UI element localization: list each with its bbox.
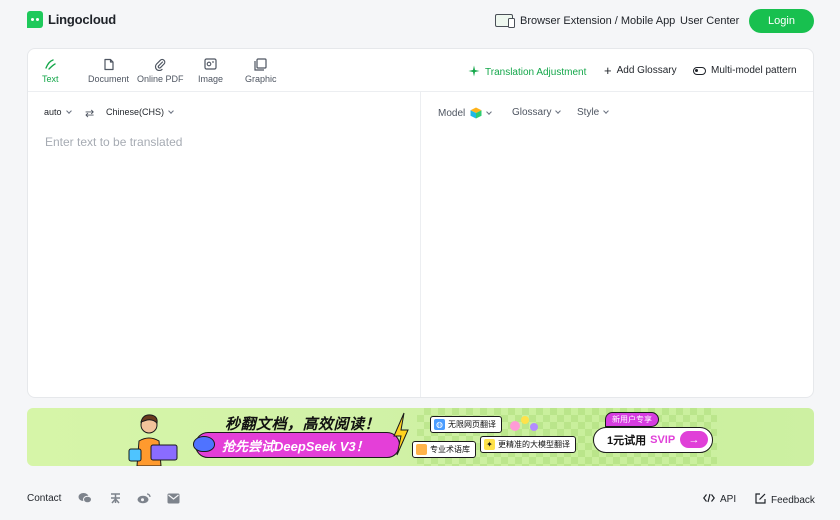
api-label: API	[720, 494, 737, 505]
multi-model-toggle[interactable]: Multi-model pattern	[693, 65, 797, 76]
bubbles-icon	[510, 416, 538, 431]
feedback-link[interactable]: Feedback	[755, 493, 815, 507]
edit-icon	[755, 493, 766, 507]
feature-chip-web-label: 无限网页翻译	[448, 420, 496, 429]
glossary-select[interactable]: Glossary	[512, 107, 562, 118]
svip-label: SVIP	[650, 434, 676, 446]
translation-adjustment-button[interactable]: Translation Adjustment	[468, 65, 586, 80]
swap-languages-button[interactable]: ⇄	[85, 107, 94, 120]
tab-document-label: Document	[88, 74, 130, 84]
banner-headline: 秒翻文档，高效阅读！	[225, 416, 381, 433]
add-glossary-label: Add Glossary	[616, 65, 677, 76]
source-language-value: auto	[44, 107, 62, 117]
feature-chip-llm-label: 更精准的大模型翻译	[498, 440, 570, 449]
page-footer: Contact API Feedback	[0, 484, 840, 514]
devices-icon	[495, 14, 515, 28]
deepseek-pill-text: 抢先尝试DeepSeek V3！	[222, 438, 369, 454]
document-icon	[102, 57, 115, 71]
translation-adjustment-label: Translation Adjustment	[485, 67, 587, 78]
feature-chip-llm: ✦ 更精准的大模型翻译	[480, 436, 576, 453]
weibo-icon[interactable]	[137, 491, 151, 505]
plus-icon: +	[604, 62, 612, 78]
wechat-icon[interactable]	[78, 491, 92, 505]
code-icon	[703, 493, 715, 506]
login-button[interactable]: Login	[749, 9, 814, 33]
tab-text[interactable]: Text	[42, 57, 59, 84]
feedback-label: Feedback	[771, 494, 815, 506]
tab-document[interactable]: Document	[88, 57, 129, 84]
promo-banner[interactable]: 秒翻文档，高效阅读！ 抢先尝试DeepSeek V3！ ◍ 无限网页翻译 专业术…	[27, 408, 814, 466]
chevron-down-icon	[555, 108, 562, 114]
style-label: Style	[577, 107, 600, 118]
source-language-select[interactable]: auto	[44, 107, 72, 117]
model-label: Model	[438, 107, 466, 119]
feature-chip-terms-label: 专业术语库	[430, 445, 470, 454]
logo-text: Lingocloud	[48, 12, 117, 27]
chevron-down-icon	[168, 107, 174, 114]
whale-icon	[193, 436, 215, 452]
model-cube-icon	[470, 107, 482, 119]
user-center-link[interactable]: User Center	[680, 15, 739, 27]
zhihu-icon[interactable]	[108, 491, 122, 505]
arrow-right-icon: →	[680, 431, 708, 448]
chevron-down-icon	[486, 108, 493, 115]
browser-extension-label: Browser Extension / Mobile App	[520, 14, 676, 27]
mode-toolbar: Text Document Online PDF Image Graphic T…	[28, 49, 813, 92]
chevron-down-icon	[603, 108, 610, 114]
tab-online-pdf-label: Online PDF	[137, 74, 184, 84]
translation-panel: Text Document Online PDF Image Graphic T…	[27, 48, 814, 398]
lightning-icon	[393, 412, 409, 456]
api-link[interactable]: API	[703, 493, 736, 506]
graphic-icon	[254, 57, 267, 71]
logo[interactable]: Lingocloud	[27, 11, 116, 28]
source-text-input[interactable]	[45, 135, 405, 385]
new-user-tag: 新用户专享	[605, 412, 659, 427]
tab-image-label: Image	[198, 74, 224, 84]
deepseek-pill: 抢先尝试DeepSeek V3！	[195, 432, 400, 458]
tab-image[interactable]: Image	[198, 57, 223, 84]
image-icon	[204, 57, 217, 71]
model-select[interactable]: Model	[438, 107, 493, 119]
feature-chip-terms: 专业术语库	[412, 441, 476, 458]
add-glossary-button[interactable]: + Add Glossary	[604, 62, 677, 78]
tab-online-pdf[interactable]: Online PDF	[137, 57, 184, 84]
tab-graphic-label: Graphic	[245, 74, 277, 84]
target-language-select[interactable]: Chinese(CHS)	[106, 107, 174, 117]
pen-icon	[44, 57, 57, 71]
book-icon	[416, 444, 427, 455]
contact-label: Contact	[27, 493, 62, 504]
top-header: Lingocloud Browser Extension / Mobile Ap…	[0, 0, 840, 44]
sparkle-icon	[468, 65, 480, 80]
panel-divider	[420, 92, 421, 397]
sparkle-icon: ✦	[484, 439, 495, 450]
svip-trial-button[interactable]: 1元试用 SVIP →	[593, 427, 713, 453]
globe-icon: ◍	[434, 419, 445, 430]
lingocloud-logo-icon	[27, 11, 43, 28]
person-illustration-icon	[128, 414, 178, 466]
swap-icon: ⇄	[85, 108, 95, 120]
toggle-switch-icon	[693, 66, 706, 75]
svip-trial-prefix: 1元试用	[607, 435, 647, 447]
chevron-down-icon	[65, 107, 72, 114]
glossary-label: Glossary	[512, 107, 552, 118]
tab-text-label: Text	[42, 74, 59, 84]
multi-model-label: Multi-model pattern	[711, 65, 797, 76]
mail-icon[interactable]	[166, 491, 180, 505]
style-select[interactable]: Style	[577, 107, 610, 118]
feature-chip-web: ◍ 无限网页翻译	[430, 416, 502, 433]
target-language-value: Chinese(CHS)	[106, 107, 165, 117]
paperclip-icon	[154, 57, 167, 71]
browser-extension-link[interactable]: Browser Extension / Mobile App	[495, 14, 676, 28]
tab-graphic[interactable]: Graphic	[245, 57, 277, 84]
